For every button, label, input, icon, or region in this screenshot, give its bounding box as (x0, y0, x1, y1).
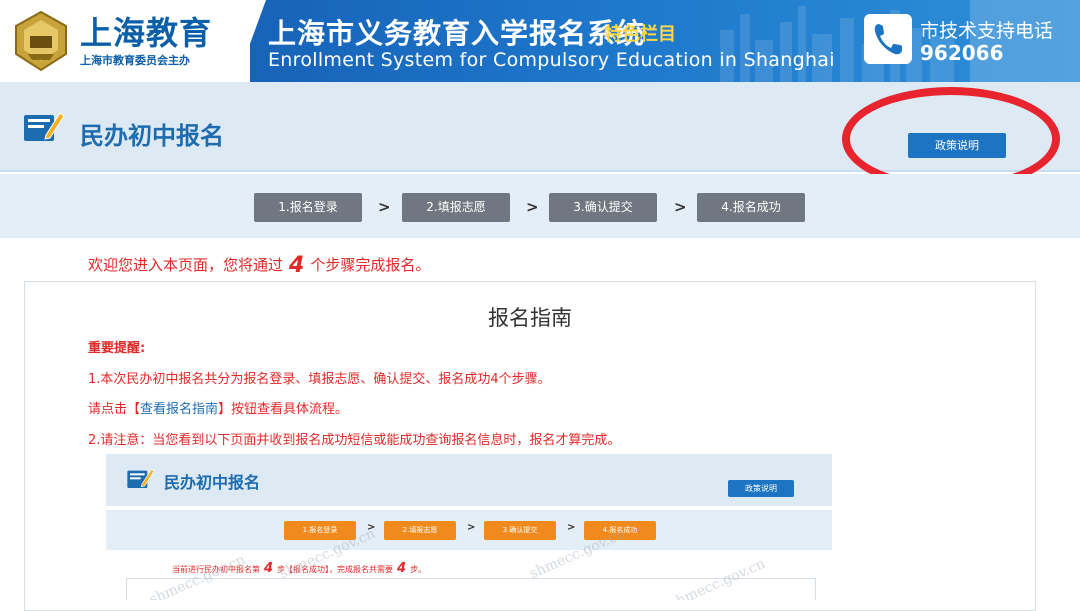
phone-icon (864, 14, 912, 64)
guide-title: 报名指南 (488, 306, 572, 330)
special-tag: 特色栏目 (604, 24, 676, 45)
edit-form-icon (127, 468, 154, 488)
step-arrow: > (674, 198, 687, 216)
welcome-suffix: 个步骤完成报名。 (310, 256, 431, 274)
sample-policy-button: 政策说明 (728, 480, 794, 497)
support-phone-label: 市技术支持电话 (920, 20, 1054, 42)
system-title: 上海市义务教育入学报名系统 (268, 17, 646, 50)
welcome-prefix: 欢迎您进入本页面，您将通过 (88, 256, 284, 274)
sample-header: 民办初中报名 政策说明 (106, 454, 832, 506)
site-banner: 上海教育 上海市教育委员会主办 上海市义务教育入学报名系统 特色栏目 Enrol… (0, 0, 1080, 82)
notice-line-2: 请点击【查看报名指南】按钮查看具体流程。 (88, 398, 348, 417)
welcome-step-count: 4 (289, 253, 305, 278)
logo-subtitle: 上海市教育委员会主办 (80, 54, 190, 67)
notice-line-2-prefix: 请点击【 (88, 402, 141, 417)
steps-bar: 1.报名登录 > 2.填报志愿 > 3.确认提交 > 4.报名成功 (0, 174, 1080, 238)
step-login: 1.报名登录 (254, 193, 362, 222)
sample-steps-bar: 1.报名登录 > 2.填报志愿 > 3.确认提交 > 4.报名成功 (106, 510, 832, 550)
sample-screenshot: 民办初中报名 政策说明 1.报名登录 > 2.填报志愿 > 3.确认提交 > 4… (106, 454, 832, 600)
banner-divider (236, 0, 266, 82)
notice-line-2-suffix: 】按钮查看具体流程。 (218, 402, 349, 417)
sample-status-total: 4 (397, 561, 407, 576)
support-phone-number: 962066 (920, 41, 1004, 65)
sample-step-arrow: > (567, 522, 576, 533)
logo-area[interactable]: 上海教育 上海市教育委员会主办 (0, 0, 250, 82)
step-confirm: 3.确认提交 (549, 193, 657, 222)
edit-form-icon (24, 112, 64, 141)
step-success: 4.报名成功 (697, 193, 805, 222)
step-preferences: 2.填报志愿 (402, 193, 510, 222)
step-arrow: > (526, 198, 539, 216)
welcome-message: 欢迎您进入本页面，您将通过 4 个步骤完成报名。 (88, 251, 431, 278)
notice-line-3: 2.请注意：当您看到以下页面并收到报名成功短信或能成功查询报名信息时，报名才算完… (88, 433, 621, 448)
notice-line-1: 1.本次民办初中报名共分为报名登录、填报志愿、确认提交、报名成功4个步骤。 (88, 372, 551, 387)
page-title: 民办初中报名 (80, 122, 224, 150)
sample-page-title: 民办初中报名 (164, 473, 261, 492)
sample-status-suffix: 步。 (410, 565, 427, 574)
sample-step-arrow: > (467, 522, 476, 533)
sample-step-preferences: 2.填报志愿 (384, 521, 456, 540)
system-title-en: Enrollment System for Compulsory Educati… (268, 49, 835, 71)
sample-step-confirm: 3.确认提交 (484, 521, 556, 540)
sample-status-step: 4 (264, 561, 274, 576)
shanghai-education-emblem-icon (15, 10, 67, 72)
step-arrow: > (378, 198, 391, 216)
logo-title: 上海教育 (80, 14, 213, 52)
notice-heading: 重要提醒: (88, 341, 146, 356)
view-guide-link[interactable]: 查看报名指南 (140, 402, 218, 417)
